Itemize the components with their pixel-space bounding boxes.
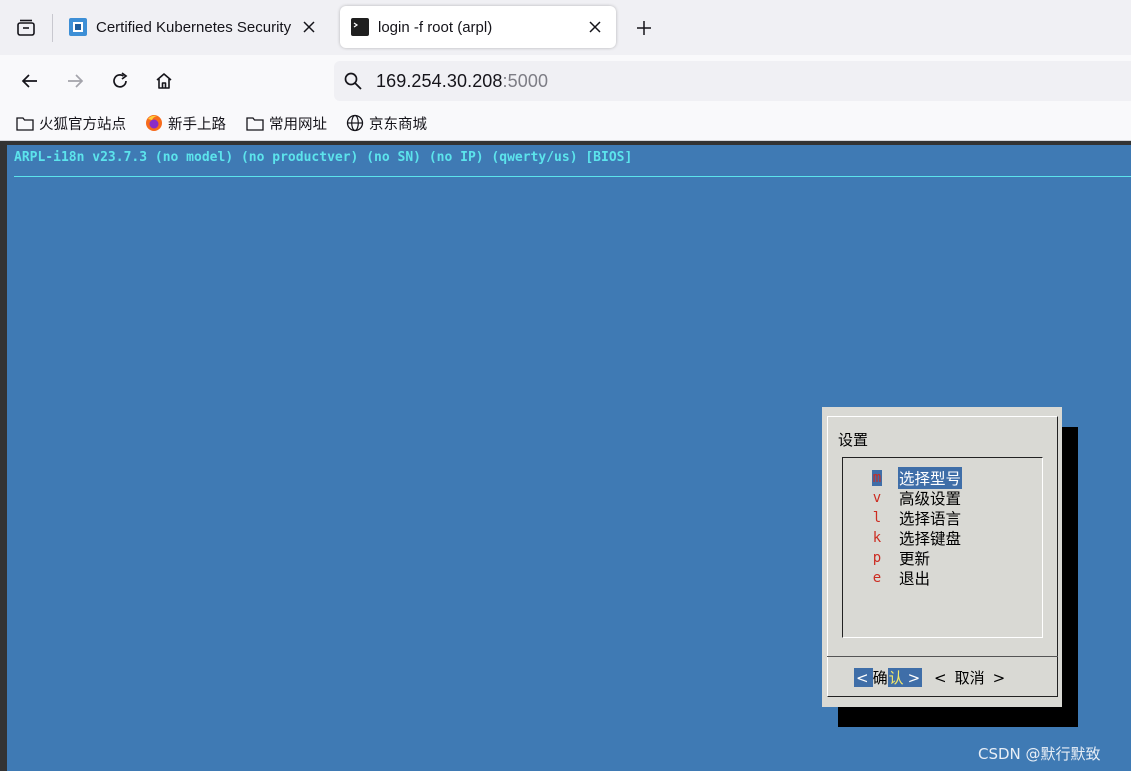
menu-item-label: 选择语言 [899,510,962,528]
bookmark-getting-started[interactable]: 新手上路 [145,113,226,133]
dialog-title: 设置 [838,431,869,449]
search-icon [343,71,363,91]
bookmark-label: 火狐官方站点 [39,116,126,133]
dialog-divider [827,656,1058,657]
menu-item-select-language[interactable]: l 选择语言 [872,508,962,528]
menu-item-update[interactable]: p 更新 [872,548,931,568]
bookmark-label: 新手上路 [168,116,226,133]
new-tab-plus-icon[interactable] [632,16,656,40]
home-icon[interactable] [150,67,178,95]
ok-button-char-1: 确 [872,667,888,688]
hotkey: e [872,570,882,586]
backtitle: ARPL-i18n v23.7.3 (no model) (no product… [14,150,633,165]
kubernetes-cert-favicon-icon [69,18,87,36]
csdn-watermark: CSDN @默行默致 [978,745,1101,763]
bookmark-label: 常用网址 [269,116,327,133]
hotkey: m [872,470,882,486]
menu-item-select-model[interactable]: m 选择型号 [872,467,963,489]
bookmark-jd-mall[interactable]: 京东商城 [346,113,427,133]
url-port: :5000 [502,71,549,91]
bookmarks-toolbar: 火狐官方站点 新手上路 常用网址 京东商城 [0,107,1131,141]
bookmark-firefox-official[interactable]: 火狐官方站点 [16,113,126,133]
url-text[interactable]: 169.254.30.208:5000 [376,71,548,92]
menu-item-exit[interactable]: e 退出 [872,568,931,588]
menu-item-select-keyboard[interactable]: k 选择键盘 [872,528,962,548]
backtitle-rule [14,176,1131,177]
navigation-toolbar: 169.254.30.208:5000 [0,55,1131,107]
hotkey: p [872,550,882,566]
back-arrow-icon[interactable] [16,67,44,95]
bookmark-common-sites[interactable]: 常用网址 [246,113,327,133]
terminal-favicon-icon [351,18,369,36]
cancel-button-label: 取消 [954,669,985,687]
menu-item-label: 更新 [899,550,931,568]
address-bar[interactable]: 169.254.30.208:5000 [334,61,1131,101]
ok-button[interactable]: < 确 认 > [854,667,923,688]
globe-icon [346,114,364,132]
tab-overview-icon[interactable] [10,12,42,44]
menu-item-label: 高级设置 [899,490,962,508]
reload-icon[interactable] [106,67,134,95]
menu-item-label: 退出 [899,570,931,588]
tab-title: Certified Kubernetes Security [96,18,292,36]
url-host: 169.254.30.208 [376,71,503,91]
ok-button-open: < [856,668,869,687]
hotkey: v [872,490,882,506]
folder-icon [246,114,264,132]
bookmark-label: 京东商城 [369,116,427,133]
tab-separator [52,14,53,42]
cancel-button[interactable]: < 取消 > [934,668,1006,688]
tab-login-terminal[interactable]: login -f root (arpl) [340,6,616,48]
forward-arrow-icon[interactable] [61,67,89,95]
tab-strip: Certified Kubernetes Security login -f r… [0,0,1131,55]
hotkey: k [872,530,882,546]
menu-item-label: 选择键盘 [899,530,962,548]
firefox-icon [145,114,163,132]
cancel-button-close: > [992,668,1006,687]
menu-item-label: 选择型号 [898,467,963,489]
hotkey: l [872,510,882,526]
close-tab-icon[interactable] [586,18,604,36]
tab-kubernetes-security[interactable]: Certified Kubernetes Security [58,6,330,48]
folder-icon [16,114,34,132]
close-tab-icon[interactable] [300,18,318,36]
menu-item-advanced-settings[interactable]: v 高级设置 [872,488,962,508]
tab-title: login -f root (arpl) [378,18,493,36]
ok-button-close: > [907,668,921,687]
cancel-button-open: < [934,668,947,687]
ok-button-char-2: 认 [888,669,904,687]
settings-dialog: 设置 m 选择型号 v 高级设置 l 选择语言 k 选择键盘 p 更新 e 退出… [822,407,1062,707]
